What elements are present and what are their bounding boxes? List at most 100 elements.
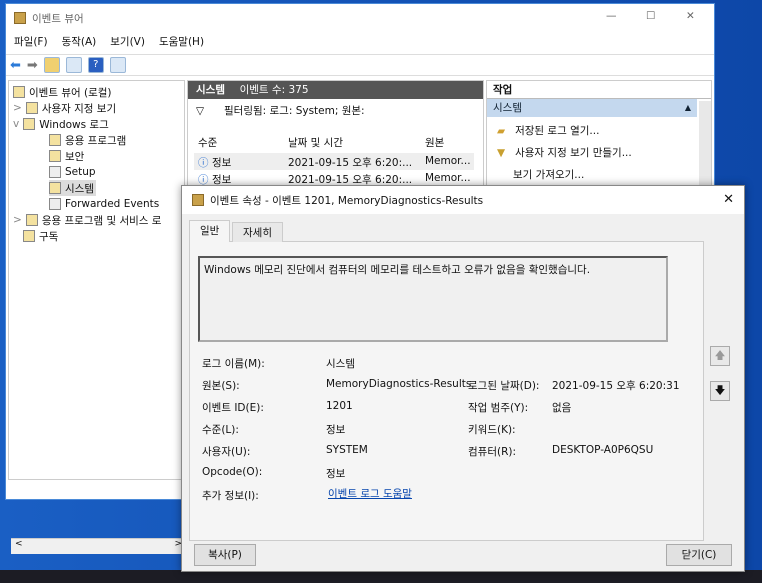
toolbar: ⬅ ➡ ?	[6, 54, 714, 76]
action-label: 사용자 지정 보기 만들기...	[515, 147, 632, 159]
dialog-title: 이벤트 속성 - 이벤트 1201, MemoryDiagnostics-Res…	[210, 194, 484, 207]
tree-label: 사용자 지정 보기	[41, 102, 117, 115]
event-description[interactable]: Windows 메모리 진단에서 컴퓨터의 메모리를 테스트하고 오류가 없음을…	[198, 256, 668, 342]
opcode-label: Opcode(O):	[202, 466, 263, 478]
task-category-label: 작업 범주(Y):	[468, 402, 529, 414]
tree-item-subscriptions[interactable]: 구독	[23, 228, 58, 244]
info-icon: ⓘ	[198, 157, 209, 169]
action-label: 보기 가져오기...	[513, 169, 585, 181]
action-open-saved-log[interactable]: ▰ 저장된 로그 열기...	[497, 123, 599, 138]
tree-label: 구독	[39, 230, 59, 243]
event-count: 이벤트 수: 375	[239, 84, 309, 96]
log-icon	[49, 150, 61, 162]
log-icon	[49, 166, 61, 178]
dialog-title-bar: 이벤트 속성 - 이벤트 1201, MemoryDiagnostics-Res…	[182, 186, 744, 214]
close-dialog-button[interactable]: 닫기(C)	[666, 544, 732, 566]
tree-label: 이벤트 뷰어 (로컬)	[29, 86, 112, 99]
previous-event-button[interactable]: 🡅	[710, 346, 730, 366]
tree-item-setup[interactable]: Setup	[49, 164, 96, 180]
pane-header: 시스템 이벤트 수: 375	[188, 81, 483, 99]
tree-label: 응용 프로그램 및 서비스 로	[41, 214, 162, 227]
menu-action[interactable]: 동작(A)	[62, 34, 97, 49]
tree-item-application[interactable]: 응용 프로그램	[49, 132, 126, 148]
menu-view[interactable]: 보기(V)	[110, 34, 145, 49]
column-level[interactable]: 수준	[198, 135, 217, 150]
back-icon[interactable]: ⬅	[10, 58, 21, 73]
expand-icon[interactable]: >	[13, 214, 22, 226]
cell-datetime: 2021-09-15 오후 6:20:...	[288, 157, 413, 169]
action-label: 저장된 로그 열기...	[515, 125, 600, 137]
show-actions-icon[interactable]	[109, 57, 126, 73]
collapse-icon[interactable]: ▲	[685, 99, 691, 117]
help-icon[interactable]: ?	[87, 57, 104, 73]
event-list-pane: 시스템 이벤트 수: 375 ▽ 필터링됨: 로그: System; 원본: 수…	[187, 80, 484, 195]
source-label: 원본(S):	[202, 380, 240, 392]
tab-general[interactable]: 일반	[189, 220, 231, 242]
menu-bar: 파일(F) 동작(A) 보기(V) 도움말(H)	[14, 34, 204, 49]
tree-label: 시스템	[65, 182, 94, 195]
more-info-label: 추가 정보(I):	[202, 490, 259, 502]
section-label: 시스템	[493, 102, 522, 114]
collapse-icon[interactable]: v	[13, 118, 19, 130]
actions-section-system[interactable]: 시스템 ▲	[487, 99, 697, 117]
tree-item-app-services[interactable]: > 응용 프로그램 및 서비스 로	[13, 212, 161, 228]
event-properties-dialog: 이벤트 속성 - 이벤트 1201, MemoryDiagnostics-Res…	[181, 185, 745, 572]
actions-pane: 작업 시스템 ▲ ▰ 저장된 로그 열기... ▼ 사용자 지정 보기 만들기..…	[486, 80, 712, 195]
tree-label: 보안	[65, 150, 85, 163]
copy-button[interactable]: 복사(P)	[194, 544, 256, 566]
cell-level: 정보	[212, 157, 232, 169]
vertical-scrollbar[interactable]	[699, 101, 711, 195]
horizontal-scrollbar[interactable]: < >	[11, 538, 186, 554]
event-id-value: 1201	[326, 400, 353, 412]
level-label: 수준(L):	[202, 424, 239, 436]
log-icon	[49, 198, 61, 210]
close-button[interactable]: ✕	[686, 10, 695, 22]
task-category-value: 없음	[552, 402, 572, 414]
scroll-left-icon[interactable]: <	[15, 539, 23, 549]
event-icon	[192, 194, 204, 206]
next-event-button[interactable]: 🡇	[710, 381, 730, 401]
tree-label: Forwarded Events	[65, 198, 160, 210]
navigation-tree: 이벤트 뷰어 (로컬) > 사용자 지정 보기 v Windows 로그 응용 프로…	[8, 80, 186, 554]
forward-icon[interactable]: ➡	[27, 58, 38, 73]
tree-item-system[interactable]: 시스템	[49, 180, 96, 196]
event-viewer-icon	[13, 86, 25, 98]
action-create-custom-view[interactable]: ▼ 사용자 지정 보기 만들기...	[497, 145, 632, 160]
table-row[interactable]: ⓘ 정보 2021-09-15 오후 6:20:... Memor...	[194, 153, 474, 170]
cell-source: Memor...	[425, 172, 471, 184]
app-icon	[14, 12, 26, 24]
up-folder-icon[interactable]	[43, 57, 60, 73]
event-id-label: 이벤트 ID(E):	[202, 402, 264, 414]
computer-value: DESKTOP-A0P6QSU	[552, 444, 654, 456]
tree-item-root[interactable]: 이벤트 뷰어 (로컬)	[13, 84, 112, 100]
column-source[interactable]: 원본	[425, 135, 444, 150]
folder-icon	[23, 118, 36, 130]
cell-source: Memor...	[425, 155, 471, 167]
logged-date-value: 2021-09-15 오후 6:20:31	[552, 380, 680, 392]
title-bar: 이벤트 뷰어 — ☐ ✕	[6, 4, 714, 32]
column-datetime[interactable]: 날짜 및 시간	[288, 135, 343, 150]
show-tree-icon[interactable]	[65, 57, 82, 73]
level-value: 정보	[326, 424, 346, 436]
maximize-button[interactable]: ☐	[646, 10, 655, 22]
computer-label: 컴퓨터(R):	[468, 446, 517, 458]
filter-text: 필터링됨: 로그: System; 원본:	[224, 105, 365, 117]
log-name-value: 시스템	[326, 358, 355, 370]
tree-item-custom-views[interactable]: > 사용자 지정 보기	[13, 100, 116, 116]
action-import-view[interactable]: 보기 가져오기...	[513, 167, 584, 182]
menu-file[interactable]: 파일(F)	[14, 34, 48, 49]
tree-item-security[interactable]: 보안	[49, 148, 84, 164]
opcode-value: 정보	[326, 468, 346, 480]
log-icon	[49, 134, 61, 146]
tab-details[interactable]: 자세히	[232, 222, 283, 242]
keywords-label: 키워드(K):	[468, 424, 516, 436]
tree-item-windows-logs[interactable]: v Windows 로그	[13, 116, 109, 132]
minimize-button[interactable]: —	[606, 10, 617, 22]
user-label: 사용자(U):	[202, 446, 251, 458]
dialog-close-button[interactable]: ✕	[723, 192, 734, 207]
log-icon	[49, 182, 61, 194]
event-log-help-link[interactable]: 이벤트 로그 도움말	[328, 486, 412, 501]
tree-item-forwarded-events[interactable]: Forwarded Events	[49, 196, 159, 212]
menu-help[interactable]: 도움말(H)	[159, 34, 204, 49]
expand-icon[interactable]: >	[13, 102, 22, 114]
